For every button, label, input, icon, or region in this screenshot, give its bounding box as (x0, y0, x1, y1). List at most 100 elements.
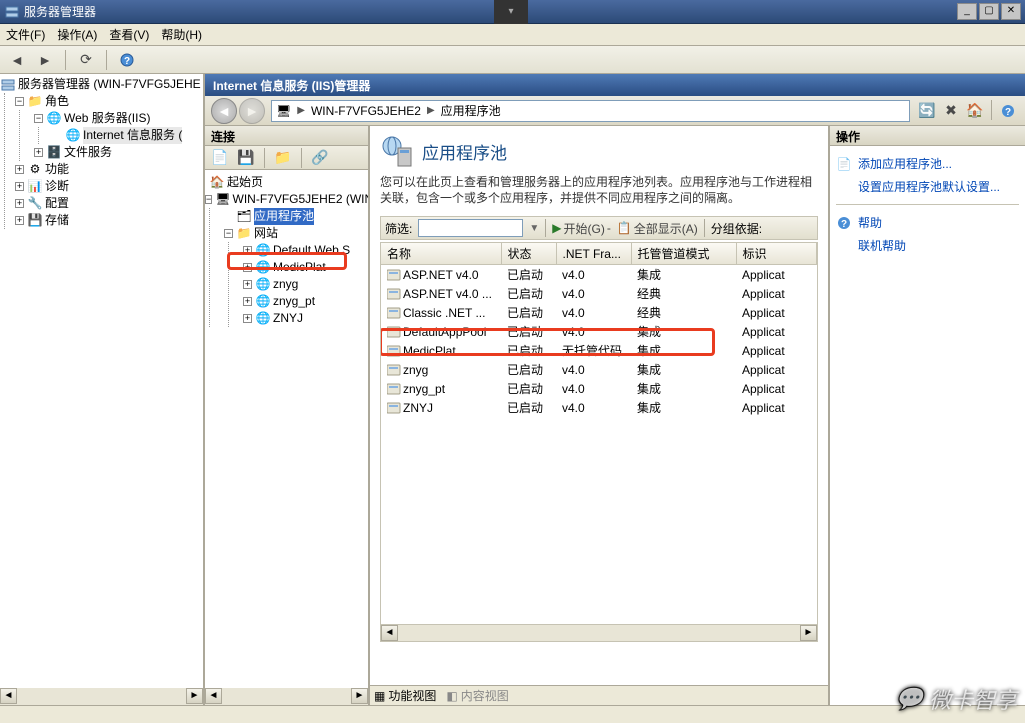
action-online-help[interactable]: 联机帮助 (836, 234, 1019, 257)
table-row[interactable]: znyg已启动v4.0集成Applicat (381, 360, 817, 379)
filter-input[interactable] (418, 219, 523, 237)
conn-znyj[interactable]: +🌐ZNYJ (243, 310, 368, 327)
action-set-defaults[interactable]: 设置应用程序池默认设置... (836, 175, 1019, 198)
svg-text:?: ? (841, 219, 847, 230)
start-button[interactable]: ▶开始(G) - (552, 220, 611, 237)
tree-features[interactable]: +⚙功能 (15, 161, 203, 178)
conn-znyg-pt[interactable]: +🌐znyg_pt (243, 293, 368, 310)
view-tabs: ▦功能视图 ◧内容视图 (370, 685, 828, 705)
forward-button[interactable]: ► (34, 49, 56, 71)
conn-defaultweb[interactable]: +🌐Default Web S (243, 242, 368, 259)
folder-button[interactable]: 📁 (272, 147, 294, 169)
table-row[interactable]: ASP.NET v4.0已启动v4.0集成Applicat (381, 265, 817, 285)
tree-file-svc-label: 文件服务 (64, 144, 112, 161)
breadcrumb-host[interactable]: WIN-F7VFG5JEHE2 (311, 104, 421, 118)
menu-help[interactable]: 帮助(H) (161, 26, 202, 43)
expand-icon[interactable]: + (243, 297, 252, 306)
page-title: 应用程序池 (422, 139, 507, 164)
tree-diag[interactable]: +📊诊断 (15, 178, 203, 195)
col-name[interactable]: 名称 (381, 243, 501, 265)
expand-icon[interactable]: + (15, 216, 24, 225)
breadcrumb[interactable]: 🖥 ▶ WIN-F7VFG5JEHE2 ▶ 应用程序池 (271, 100, 910, 122)
tree-root[interactable]: 服务器管理器 (WIN-F7VFG5JEHE (0, 76, 203, 93)
menu-file[interactable]: 文件(F) (6, 26, 45, 43)
conn-medicplat[interactable]: +🌐MedicPlat (243, 259, 368, 276)
conn-apppools[interactable]: 🗂应用程序池 (224, 208, 368, 225)
collapse-icon[interactable]: − (205, 195, 212, 204)
collapse-icon[interactable]: − (224, 229, 233, 238)
close-button[interactable]: ✕ (1001, 3, 1021, 20)
refresh-button[interactable]: ⟳ (75, 49, 97, 71)
col-net[interactable]: .NET Fra... (556, 243, 631, 265)
chevron-down-icon[interactable]: ▼ (529, 223, 539, 234)
conn-znyg[interactable]: +🌐znyg (243, 276, 368, 293)
nav-back-button[interactable]: ◄ (211, 98, 237, 124)
table-row[interactable]: Classic .NET ...已启动v4.0经典Applicat (381, 303, 817, 322)
col-identity[interactable]: 标识 (736, 243, 817, 265)
table-row[interactable]: DefaultAppPool已启动v4.0集成Applicat (381, 322, 817, 341)
nav-fwd-button[interactable]: ► (239, 98, 265, 124)
menu-view[interactable]: 查看(V) (109, 26, 149, 43)
tree-diag-label: 诊断 (45, 178, 69, 195)
menu-action[interactable]: 操作(A) (57, 26, 97, 43)
action-help[interactable]: ? 帮助 (836, 211, 1019, 234)
collapse-icon[interactable]: − (15, 97, 24, 106)
back-button[interactable]: ◄ (6, 49, 28, 71)
tree-config[interactable]: +🔧配置 (15, 195, 203, 212)
link-button[interactable]: 🔗 (309, 147, 331, 169)
expand-icon[interactable]: + (34, 148, 43, 157)
home-button[interactable]: 🏠 (964, 100, 986, 122)
tree-web-iis[interactable]: −🌐Web 服务器(IIS) (34, 110, 203, 127)
tree-roles[interactable]: −📁角色 (15, 93, 203, 110)
action-add-apppool[interactable]: 📄添加应用程序池... (836, 152, 1019, 175)
tree-iis[interactable]: 🌐Internet 信息服务 ( (53, 127, 203, 144)
col-pipeline[interactable]: 托管管道模式 (631, 243, 736, 265)
stop-button[interactable]: ✖ (940, 100, 962, 122)
col-status[interactable]: 状态 (501, 243, 556, 265)
minimize-button[interactable]: _ (957, 3, 977, 20)
table-row[interactable]: ASP.NET v4.0 ...已启动v4.0经典Applicat (381, 284, 817, 303)
expand-icon[interactable]: + (243, 314, 252, 323)
tab-content-view[interactable]: ◧内容视图 (446, 687, 508, 704)
conn-defaultweb-label: Default Web S (273, 242, 350, 259)
scroll-right-button[interactable]: ► (800, 625, 817, 641)
help-button[interactable]: ? (997, 100, 1019, 122)
scroll-right-button[interactable]: ► (186, 688, 203, 704)
table-row[interactable]: MedicPlat已启动无托管代码集成Applicat (381, 341, 817, 360)
expand-icon[interactable]: + (243, 246, 252, 255)
tree-storage[interactable]: +💾存储 (15, 212, 203, 229)
showall-button[interactable]: 📋全部显示(A) (617, 220, 698, 237)
tree-file-svc[interactable]: +🗄️文件服务 (34, 144, 203, 161)
expand-icon[interactable]: + (15, 165, 24, 174)
save-button[interactable]: 💾 (235, 147, 257, 169)
connections-tree: 🏠起始页 −🖥WIN-F7VFG5JEHE2 (WIN 🗂应用程序池 −📁网站 … (205, 170, 368, 688)
collapse-icon[interactable]: − (34, 114, 43, 123)
expand-icon[interactable]: + (15, 182, 24, 191)
refresh-button[interactable]: 🔄 (916, 100, 938, 122)
content-icon: ◧ (446, 689, 457, 703)
help-button[interactable]: ? (116, 49, 138, 71)
action-help-label: 帮助 (858, 214, 882, 231)
web-icon: 🌐 (46, 111, 62, 127)
scroll-left-button[interactable]: ◄ (205, 688, 222, 704)
tab-feature-label: 功能视图 (388, 687, 436, 704)
expand-icon[interactable]: + (243, 263, 252, 272)
scroll-left-button[interactable]: ◄ (381, 625, 398, 641)
table-row[interactable]: znyg_pt已启动v4.0集成Applicat (381, 379, 817, 398)
apppool-icon (387, 269, 401, 281)
scroll-left-button[interactable]: ◄ (0, 688, 17, 704)
breadcrumb-node[interactable]: 应用程序池 (441, 102, 501, 119)
maximize-button[interactable]: ▢ (979, 3, 999, 20)
tab-feature-view[interactable]: ▦功能视图 (374, 687, 436, 704)
apppool-icon (387, 288, 401, 300)
expand-icon[interactable]: + (15, 199, 24, 208)
conn-startpage[interactable]: 🏠起始页 (205, 174, 368, 191)
conn-host[interactable]: −🖥WIN-F7VFG5JEHE2 (WIN (205, 191, 368, 208)
expand-icon[interactable]: + (243, 280, 252, 289)
conn-sites[interactable]: −📁网站 (224, 225, 368, 242)
sites-icon: 📁 (236, 226, 252, 242)
conn-tool-icon[interactable]: 📄 (209, 147, 231, 169)
table-row[interactable]: ZNYJ已启动v4.0集成Applicat (381, 398, 817, 417)
scroll-right-button[interactable]: ► (351, 688, 368, 704)
tree-iis-label: Internet 信息服务 ( (83, 127, 182, 144)
